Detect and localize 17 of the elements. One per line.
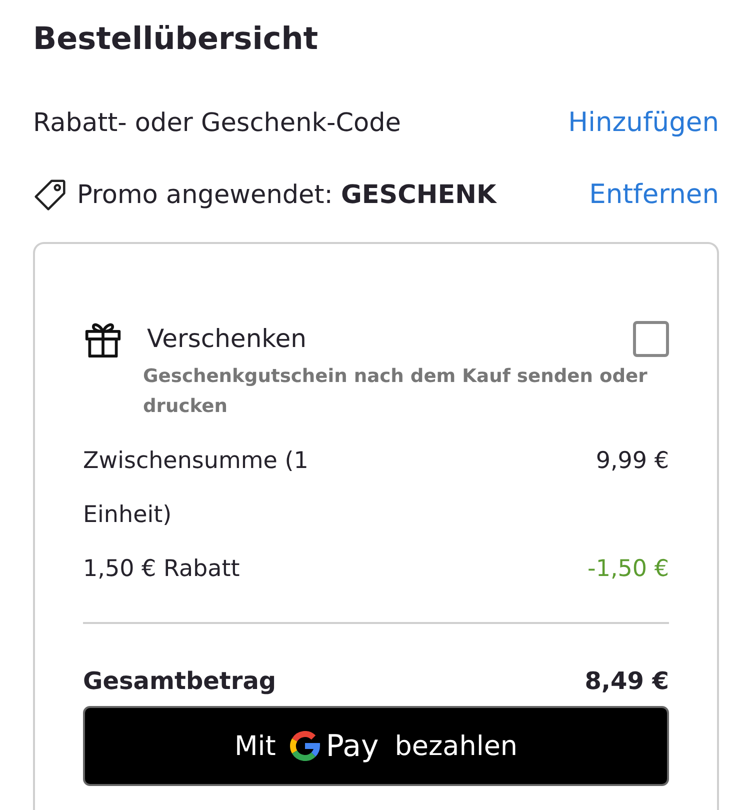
google-pay-button[interactable]: Mit Pay bezahlen <box>83 706 669 786</box>
add-code-link[interactable]: Hinzufügen <box>568 106 719 140</box>
google-logo-icon <box>290 731 320 761</box>
tag-icon <box>33 178 67 212</box>
line-item-label: Zwischensumme (1 Einheit) <box>83 447 310 530</box>
gift-checkbox[interactable] <box>633 321 669 357</box>
line-item-label: 1,50 € Rabatt <box>83 555 241 584</box>
discount-code-label: Rabatt- oder Geschenk-Code <box>33 107 401 140</box>
remove-promo-link[interactable]: Entfernen <box>589 178 719 212</box>
order-summary-title: Bestellübersicht <box>33 20 320 59</box>
line-item-amount: -1,50 € <box>588 555 669 584</box>
gift-description: Geschenkgutschein nach dem Kauf senden oder drucken <box>143 365 648 419</box>
total-amount: 8,49 € <box>584 666 669 697</box>
gift-label: Verschenken <box>147 323 308 355</box>
line-item-amount: 9,99 € <box>596 447 669 476</box>
promo-applied-text: Promo angewendet: GESCHENK <box>77 179 496 212</box>
total-label: Gesamtbetrag <box>83 666 276 697</box>
